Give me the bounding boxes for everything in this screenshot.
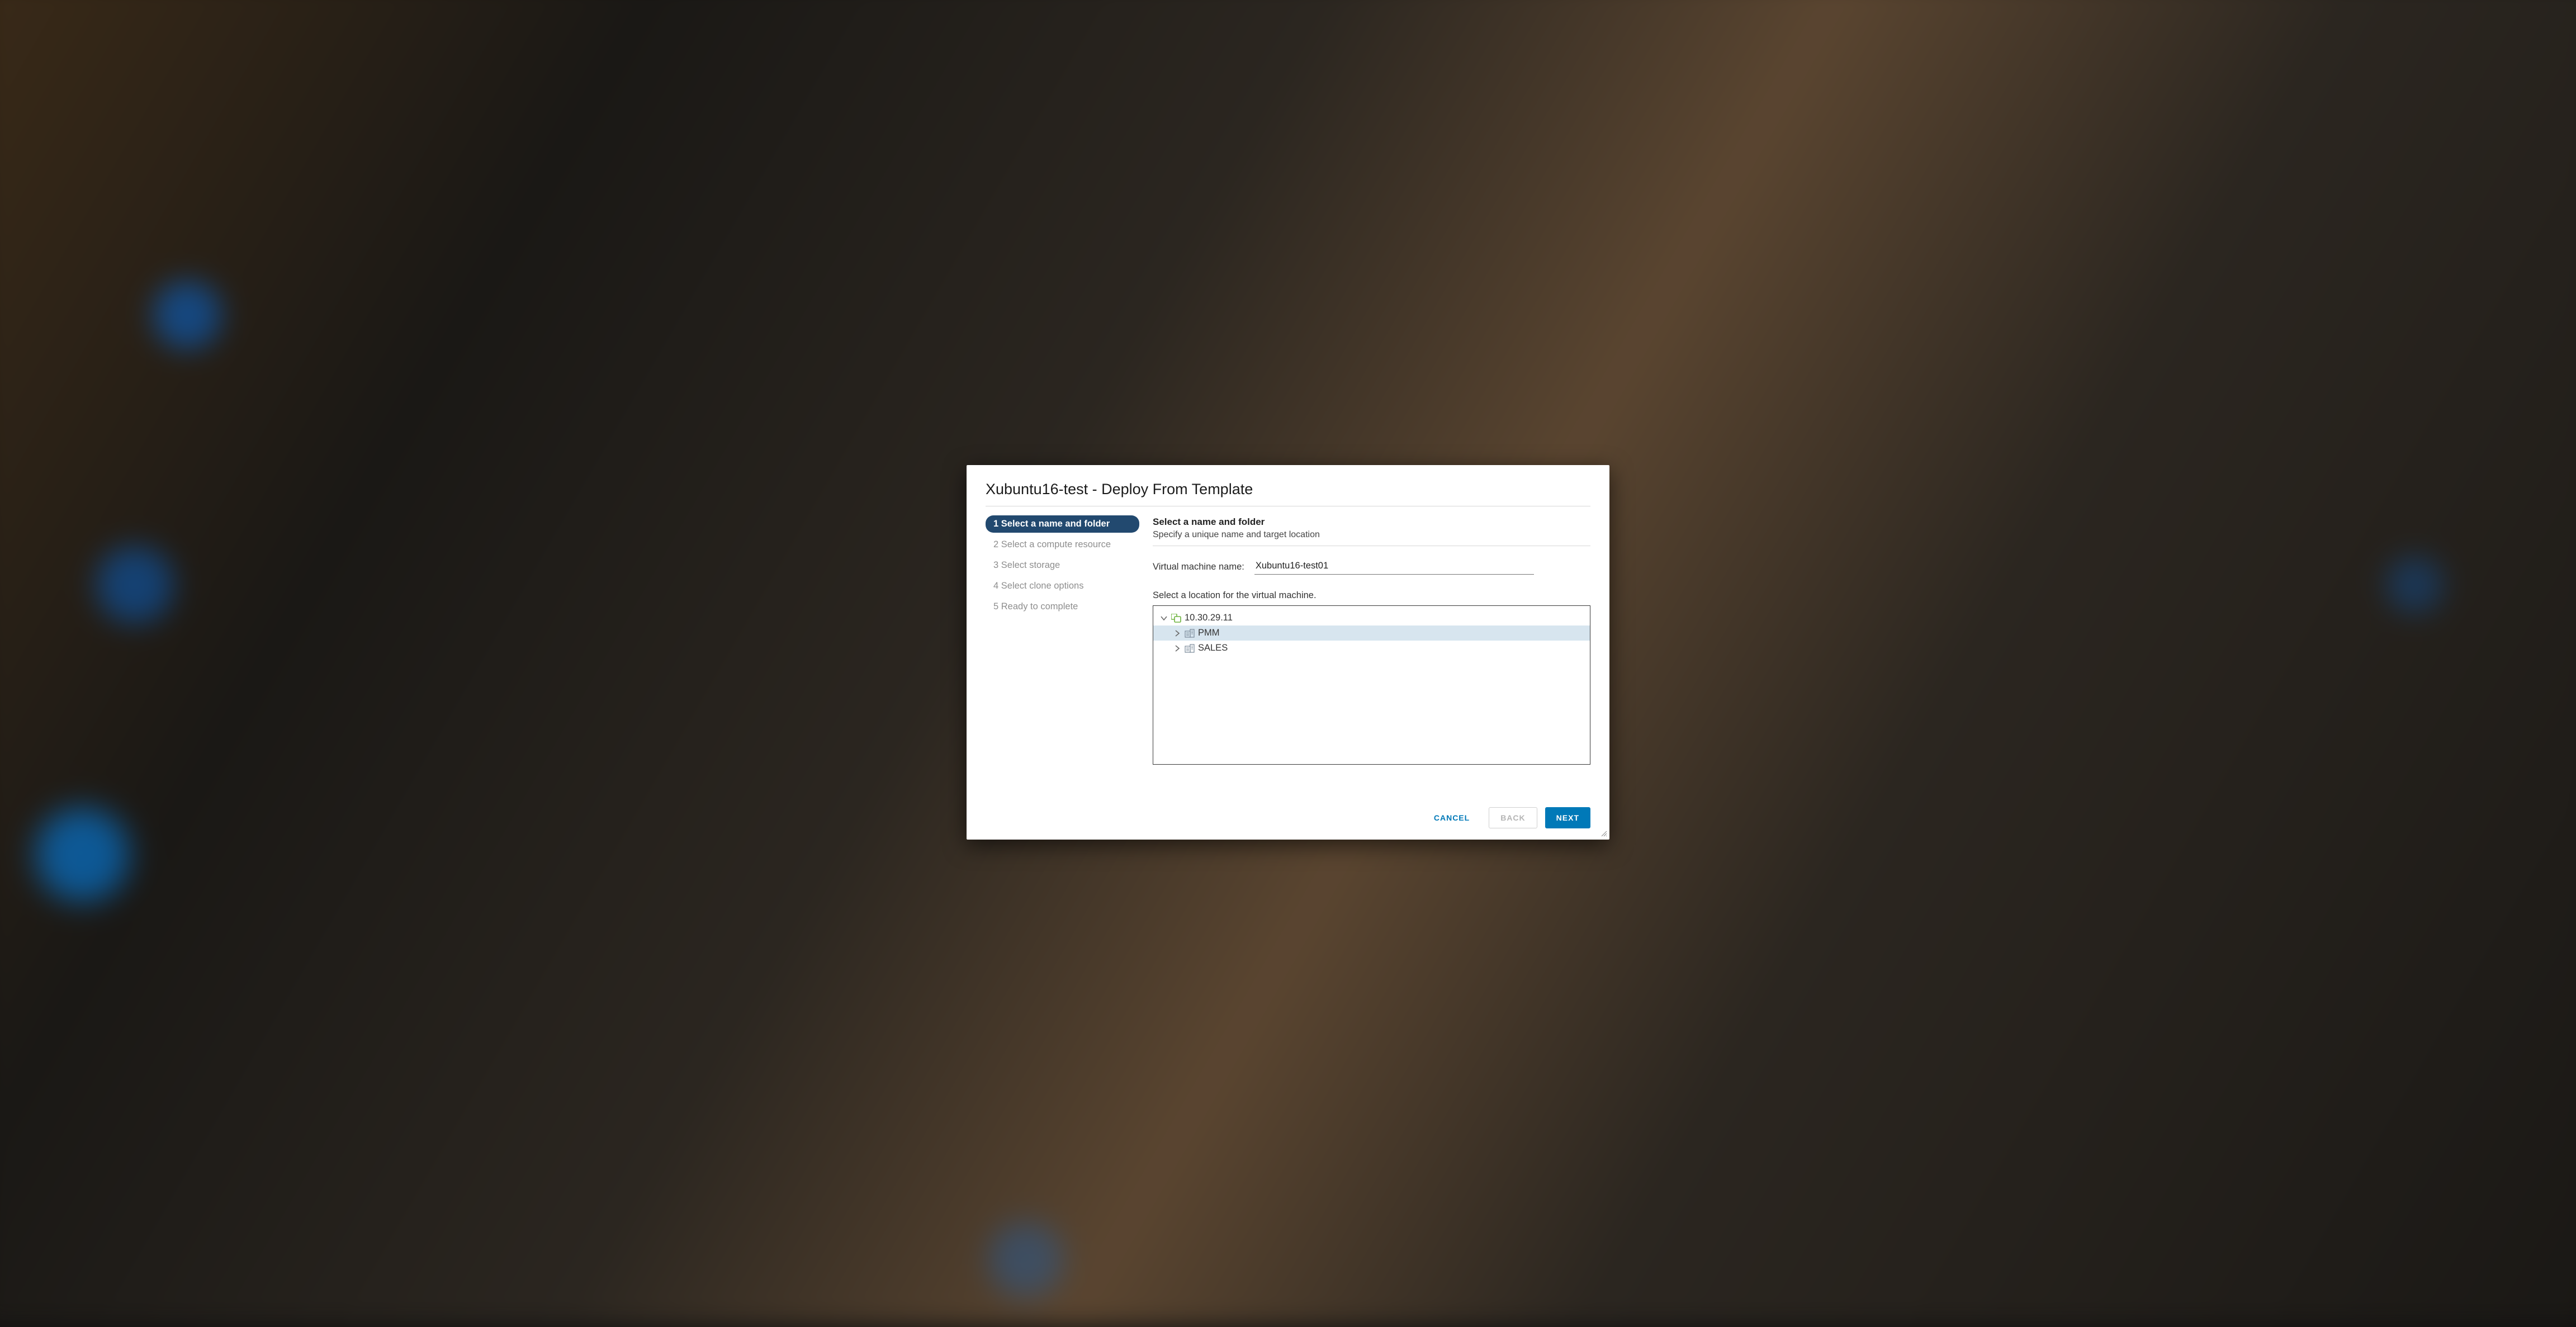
chevron-right-icon[interactable] — [1173, 629, 1181, 637]
step-2-compute-resource[interactable]: 2 Select a compute resource — [986, 536, 1139, 553]
chevron-right-icon[interactable] — [1173, 644, 1181, 652]
tree-node-host[interactable]: 10.30.29.11 — [1153, 610, 1590, 625]
step-5-ready[interactable]: 5 Ready to complete — [986, 598, 1139, 615]
location-label: Select a location for the virtual machin… — [1153, 590, 1590, 601]
location-tree[interactable]: 10.30.29.11 — [1153, 605, 1590, 765]
datacenter-icon — [1185, 644, 1195, 653]
next-button[interactable]: NEXT — [1545, 807, 1590, 828]
section-subtitle: Specify a unique name and target locatio… — [1153, 530, 1590, 540]
vm-name-row: Virtual machine name: — [1153, 558, 1590, 575]
host-icon — [1171, 614, 1181, 623]
vm-name-label: Virtual machine name: — [1153, 562, 1244, 575]
step-content: Select a name and folder Specify a uniqu… — [1153, 515, 1590, 793]
modal-title: Xubuntu16-test - Deploy From Template — [986, 481, 1590, 498]
vm-name-input[interactable] — [1254, 558, 1534, 575]
wizard-steps: 1 Select a name and folder 2 Select a co… — [986, 515, 1139, 793]
tree-node-label: 10.30.29.11 — [1185, 613, 1233, 623]
tree-node-datacenter-pmm[interactable]: PMM — [1153, 625, 1590, 641]
step-4-clone-options[interactable]: 4 Select clone options — [986, 577, 1139, 595]
back-button: BACK — [1489, 807, 1537, 828]
resize-grip-icon[interactable] — [1600, 830, 1607, 838]
cancel-button[interactable]: CANCEL — [1423, 807, 1481, 828]
tree-node-label: SALES — [1198, 643, 1228, 653]
tree-node-label: PMM — [1198, 628, 1220, 638]
tree-node-datacenter-sales[interactable]: SALES — [1153, 641, 1590, 656]
modal-body: 1 Select a name and folder 2 Select a co… — [986, 515, 1590, 793]
modal-footer: CANCEL BACK NEXT — [986, 793, 1590, 832]
step-1-name-folder[interactable]: 1 Select a name and folder — [986, 515, 1139, 533]
section-title: Select a name and folder — [1153, 516, 1590, 528]
datacenter-icon — [1185, 629, 1195, 638]
chevron-down-icon[interactable] — [1160, 614, 1168, 622]
step-3-storage[interactable]: 3 Select storage — [986, 557, 1139, 574]
deploy-from-template-modal: Xubuntu16-test - Deploy From Template 1 … — [967, 465, 1609, 840]
